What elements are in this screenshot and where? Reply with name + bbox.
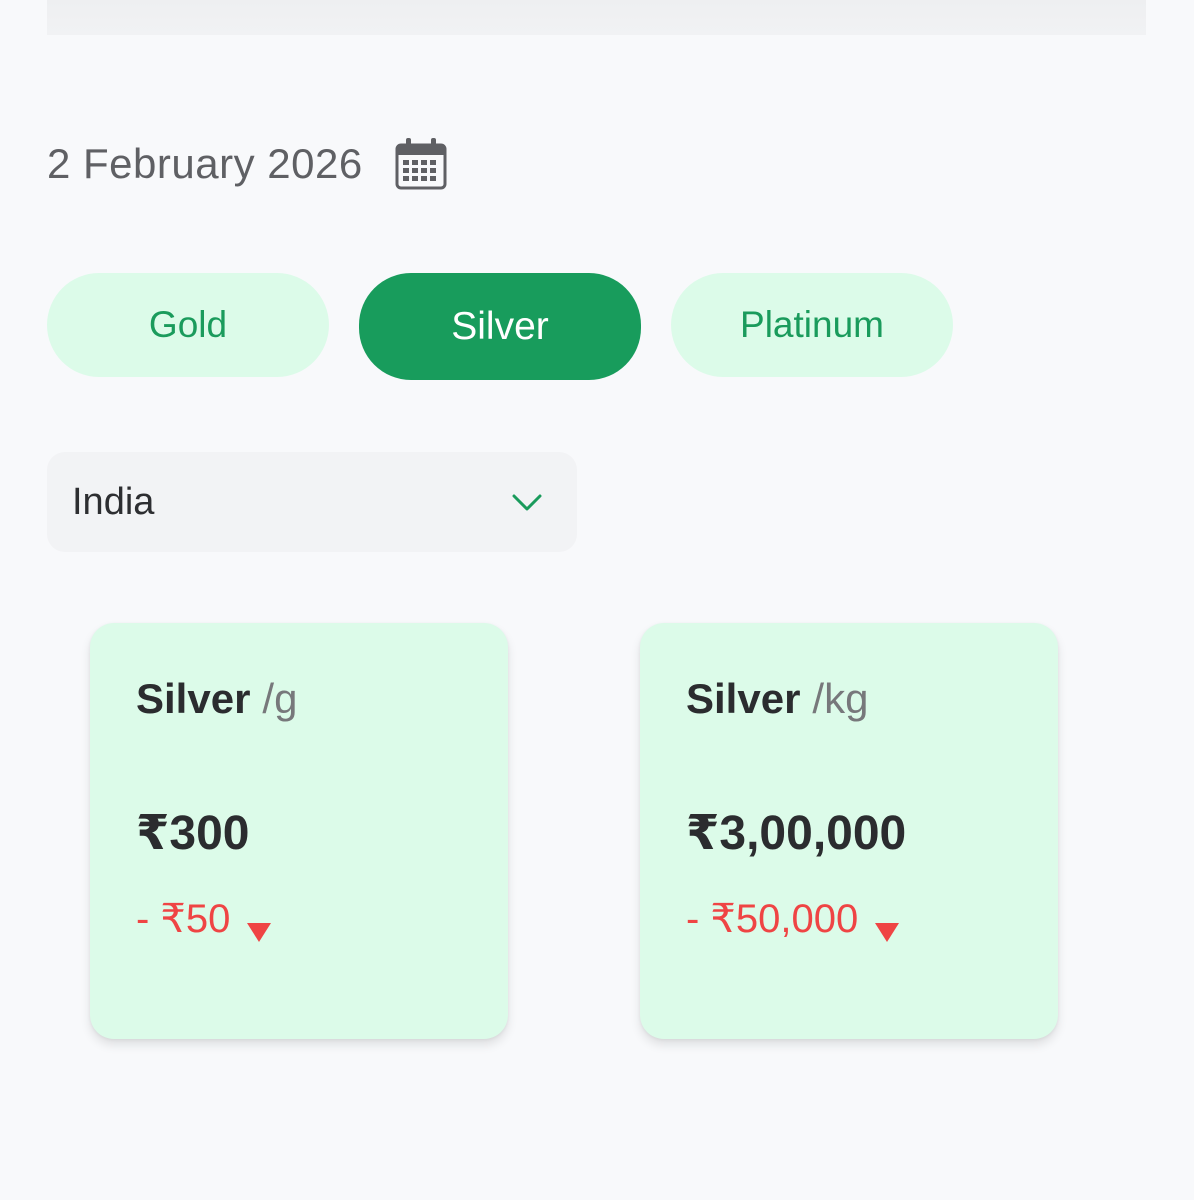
card-unit: /kg <box>812 675 869 722</box>
card-price-change: - ₹50,000 <box>686 896 900 942</box>
price-card-per-gram: Silver/g ₹300 - ₹50 <box>90 623 508 1039</box>
tab-platinum[interactable]: Platinum <box>671 273 953 377</box>
down-arrow-icon <box>246 908 272 942</box>
card-price-change-value: - ₹50,000 <box>686 897 859 941</box>
card-price-change: - ₹50 <box>136 896 272 942</box>
card-unit: /g <box>262 675 298 722</box>
top-bar <box>47 0 1146 35</box>
date-row: 2 February 2026 <box>47 132 449 196</box>
card-price: ₹3,00,000 <box>686 807 907 860</box>
metal-tabs: Gold Silver Platinum <box>47 273 953 380</box>
price-card-per-kilogram: Silver/kg ₹3,00,000 - ₹50,000 <box>640 623 1058 1039</box>
calendar-icon[interactable] <box>393 136 449 192</box>
tab-gold[interactable]: Gold <box>47 273 329 377</box>
tab-silver-label: Silver <box>451 304 549 348</box>
down-arrow-icon <box>874 908 900 942</box>
card-metal-name: Silver <box>136 675 251 722</box>
card-price-change-value: - ₹50 <box>136 897 231 941</box>
chevron-down-icon <box>510 490 544 514</box>
card-price: ₹300 <box>136 807 250 860</box>
country-select-value: India <box>72 480 155 523</box>
selected-date: 2 February 2026 <box>47 140 363 187</box>
card-title: Silver/g <box>136 675 297 723</box>
tab-platinum-label: Platinum <box>740 304 884 345</box>
tab-gold-label: Gold <box>148 304 228 345</box>
tab-silver[interactable]: Silver <box>359 273 641 380</box>
card-title: Silver/kg <box>686 675 868 723</box>
card-metal-name: Silver <box>686 675 801 722</box>
country-select[interactable]: India <box>47 452 577 552</box>
